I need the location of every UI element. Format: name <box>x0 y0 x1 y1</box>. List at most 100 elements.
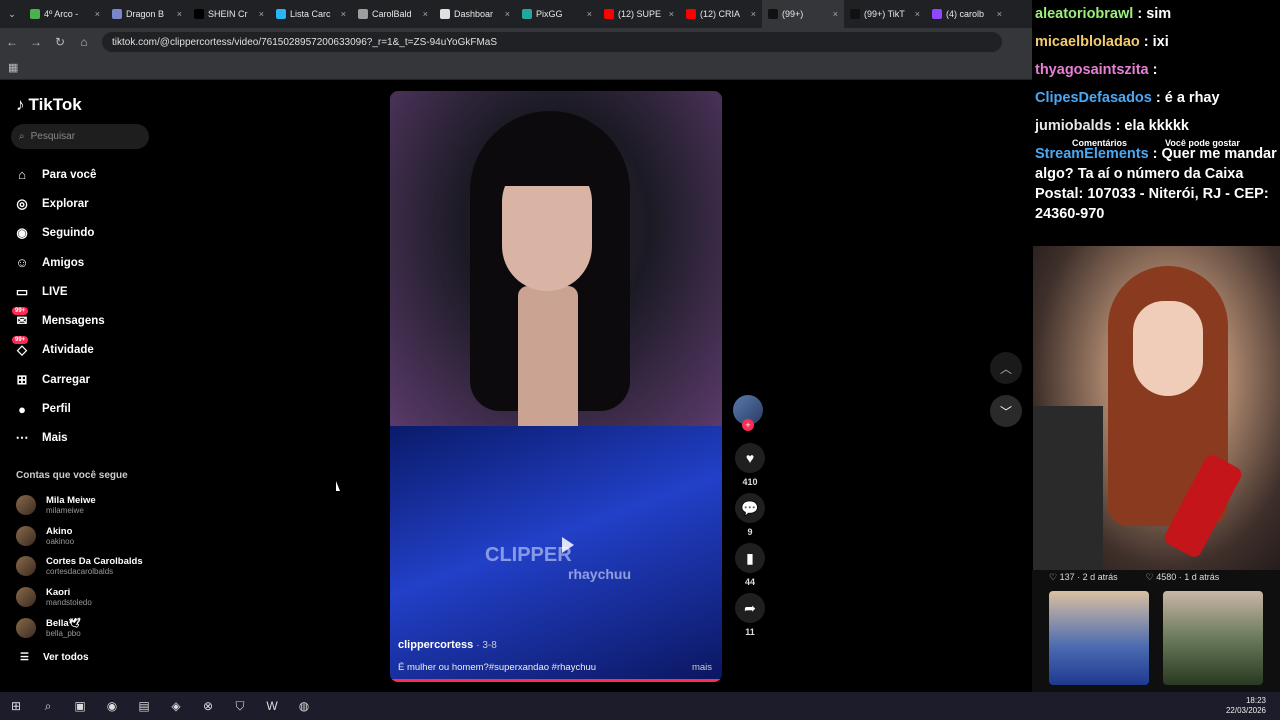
video-player[interactable]: CLIPPER rhaychuu clippercortess · 3-8 É … <box>390 91 722 682</box>
like-action[interactable]: ♥ 410 <box>733 443 767 487</box>
tab-label: PixGG <box>536 9 563 19</box>
folder-icon[interactable]: ▤ <box>128 692 160 720</box>
sidebar-item-amigos[interactable]: ☺ Amigos <box>14 248 164 277</box>
search-taskbar-icon[interactable]: ⌕ <box>32 692 64 720</box>
browser-tab[interactable]: Dashboar × <box>434 0 516 28</box>
video-author[interactable]: clippercortess · 3-8 <box>398 639 497 651</box>
share-icon[interactable]: ➦ <box>735 593 765 623</box>
browser-tab[interactable]: (99+) × <box>762 0 844 28</box>
account-name: Akino <box>46 525 73 537</box>
search-input[interactable]: ⌕ Pesquisar <box>11 124 149 149</box>
heart-icon[interactable]: ♥ <box>735 443 765 473</box>
sidebar-item-live[interactable]: ▭ LIVE <box>14 277 164 306</box>
following-account[interactable]: Kaori mandstoledo <box>16 582 166 613</box>
share-action[interactable]: ➦ 11 <box>733 593 767 637</box>
following-account[interactable]: Mila Meiwe milameiwe <box>16 490 166 521</box>
thumb-grid <box>1032 583 1280 685</box>
home-browser-icon[interactable]: ⌂ <box>72 35 96 49</box>
sidebar-item-para-você[interactable]: ⌂ Para você <box>14 160 164 189</box>
task-view-icon[interactable]: ▣ <box>64 692 96 720</box>
close-icon[interactable]: × <box>95 9 100 19</box>
video-author-name[interactable]: clippercortess <box>398 639 473 651</box>
follow-plus-icon[interactable]: + <box>742 419 754 431</box>
creator-avatar[interactable]: + <box>733 395 763 431</box>
close-icon[interactable]: × <box>997 9 1002 19</box>
close-icon[interactable]: × <box>177 9 182 19</box>
suggested-thumb[interactable] <box>1049 591 1149 685</box>
more-icon: ⋯ <box>15 430 29 446</box>
messages-icon: ✉ 99+ <box>12 307 30 329</box>
save-action[interactable]: ▮ 44 <box>733 543 767 587</box>
sidebar-item-carregar[interactable]: ⊞ Carregar <box>14 365 164 394</box>
comment-action[interactable]: 💬 9 <box>733 493 767 537</box>
chevron-down-icon[interactable]: ﹀ <box>990 395 1022 427</box>
sidebar-item-label: Amigos <box>42 256 85 269</box>
account-name: Kaori <box>46 587 71 599</box>
suggested-thumb[interactable] <box>1163 591 1263 685</box>
tab-label: (99+) <box>782 9 804 19</box>
browser-tab[interactable]: Dragon B × <box>106 0 188 28</box>
sidebar-item-seguindo[interactable]: ◉ Seguindo <box>14 219 164 248</box>
close-icon[interactable]: × <box>915 9 920 19</box>
discord-icon[interactable]: ◈ <box>160 692 192 720</box>
close-icon[interactable]: × <box>505 9 510 19</box>
sidebar-item-explorar[interactable]: ◎ Explorar <box>14 189 164 218</box>
following-account[interactable]: Cortes Da Carolbalds cortesdacarolbalds <box>16 551 166 582</box>
chat-message: StreamElements : Quer me mandar algo? Ta… <box>1035 144 1280 224</box>
windows-start-icon[interactable]: ⊞ <box>0 692 32 720</box>
chrome-icon[interactable]: ◉ <box>96 692 128 720</box>
browser-tab[interactable]: (99+) TikT × <box>844 0 926 28</box>
apps-icon[interactable]: ▦ <box>8 61 18 74</box>
close-icon[interactable]: × <box>423 9 428 19</box>
obs-icon[interactable]: ◍ <box>288 692 320 720</box>
browser-tab[interactable]: CarolBald × <box>352 0 434 28</box>
see-all-button[interactable]: ☰ Ver todos <box>20 652 89 663</box>
tiktok-page: ♪ TikTok ⌕ Pesquisar ⌂ Para você ◎ Explor… <box>0 80 1032 692</box>
back-icon[interactable]: ← <box>0 35 24 49</box>
chat-text: : ela kkkkk <box>1115 118 1189 134</box>
tab-search-icon[interactable]: ⌄ <box>0 9 24 20</box>
chevron-up-icon[interactable]: ︿ <box>990 352 1022 384</box>
tab-favicon-icon <box>932 9 942 19</box>
browser-tab[interactable]: (12) CRIA × <box>680 0 762 28</box>
close-icon[interactable]: × <box>669 9 674 19</box>
comments-label: Comentários <box>1072 138 1128 148</box>
forward-icon[interactable]: → <box>24 35 48 49</box>
close-icon[interactable]: × <box>259 9 264 19</box>
video-description: É mulher ou homem?#superxandao #rhaychuu <box>398 662 597 673</box>
video-top-frame <box>390 91 722 426</box>
sidebar-item-mais[interactable]: ⋯ Mais <box>14 424 164 453</box>
thumb-likes: 4580 <box>1156 572 1177 582</box>
following-account[interactable]: Bella🕊 bella_pbo <box>16 612 166 643</box>
security-icon[interactable]: ⛉ <box>224 692 256 720</box>
close-icon[interactable]: × <box>751 9 756 19</box>
sidebar-item-atividade[interactable]: ◇ 99+ Atividade <box>12 336 164 365</box>
xbox-icon[interactable]: ⊗ <box>192 692 224 720</box>
browser-tab[interactable]: SHEIN Cr × <box>188 0 270 28</box>
browser-tab[interactable]: (12) SUPE × <box>598 0 680 28</box>
browser-tab[interactable]: PixGG × <box>516 0 598 28</box>
video-progress-bar[interactable] <box>390 679 722 682</box>
tab-label: SHEIN Cr <box>208 9 248 19</box>
sidebar-item-mensagens[interactable]: ✉ 99+ Mensagens <box>12 306 164 335</box>
comment-icon[interactable]: 💬 <box>735 493 765 523</box>
more-link[interactable]: mais <box>692 662 712 673</box>
browser-tab[interactable]: Lista Carc × <box>270 0 352 28</box>
close-icon[interactable]: × <box>833 9 838 19</box>
close-icon[interactable]: × <box>587 9 592 19</box>
url-field[interactable]: tiktok.com/@clippercortess/video/7615028… <box>102 32 1002 52</box>
browser-tab[interactable]: 4º Arco - × <box>24 0 106 28</box>
word-icon[interactable]: W <box>256 692 288 720</box>
close-icon[interactable]: × <box>341 9 346 19</box>
bookmark-icon[interactable]: ▮ <box>735 543 765 573</box>
browser-tab[interactable]: (4) carolb × <box>926 0 1008 28</box>
tab-label: Lista Carc <box>290 9 331 19</box>
following-icon: ◉ <box>16 225 28 241</box>
play-icon[interactable] <box>562 537 574 553</box>
tab-favicon-icon <box>686 9 696 19</box>
logo-text: TikTok <box>28 95 82 114</box>
reload-icon[interactable]: ↻ <box>48 35 72 49</box>
tiktok-logo[interactable]: ♪ TikTok <box>16 95 82 115</box>
sidebar-item-perfil[interactable]: ● Perfil <box>14 394 164 423</box>
following-account[interactable]: Akino oakinoo <box>16 521 166 552</box>
